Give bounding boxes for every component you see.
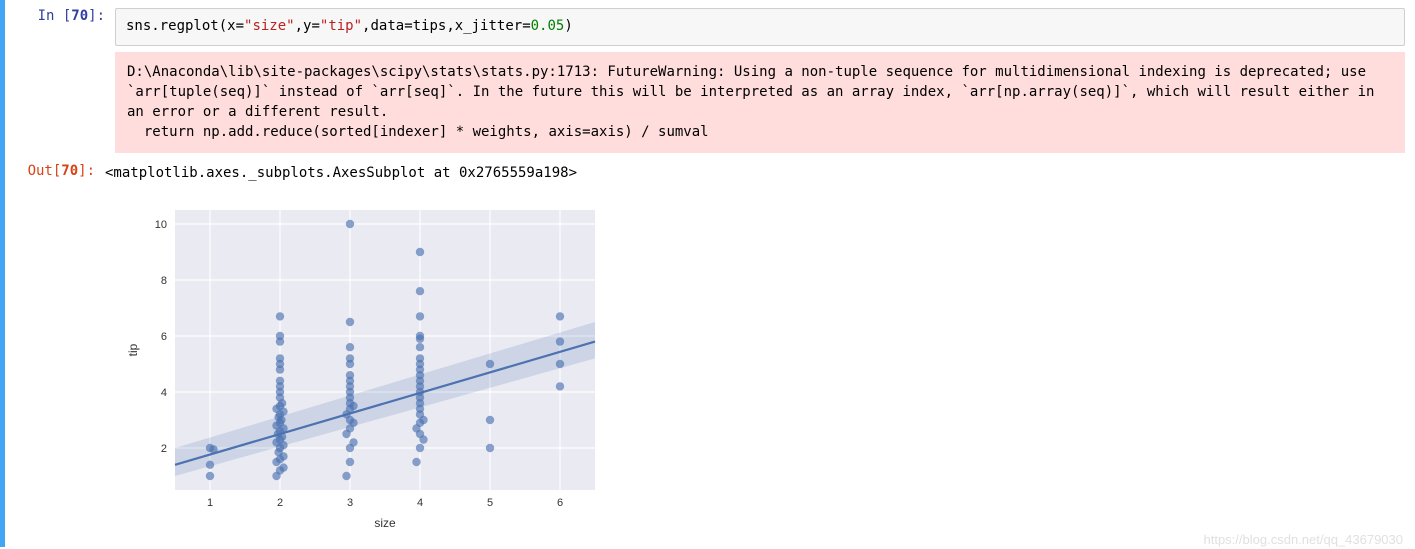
svg-text:2: 2 xyxy=(277,497,283,509)
svg-text:2: 2 xyxy=(161,443,167,455)
cell-content: sns.regplot(x="size",y="tip",data=tips,x… xyxy=(115,8,1405,535)
plot-output: 1 2 3 4 5 6 2 4 6 8 10 size tip xyxy=(115,195,1405,535)
svg-text:1: 1 xyxy=(207,497,213,509)
svg-text:5: 5 xyxy=(487,497,493,509)
stderr-output: D:\Anaconda\lib\site-packages\scipy\stat… xyxy=(115,52,1405,153)
output-row: Out[70]: <matplotlib.axes._subplots.Axes… xyxy=(115,163,1405,183)
svg-text:size: size xyxy=(374,516,396,530)
input-prompt: In [70]: xyxy=(15,8,115,535)
svg-text:tip: tip xyxy=(126,343,140,356)
svg-text:4: 4 xyxy=(417,497,423,509)
svg-text:4: 4 xyxy=(161,387,167,399)
chart-svg: 1 2 3 4 5 6 2 4 6 8 10 size tip xyxy=(115,195,615,535)
regplot: 1 2 3 4 5 6 2 4 6 8 10 size tip xyxy=(115,195,615,535)
output-prompt: Out[70]: xyxy=(5,163,105,183)
in-label: In [ xyxy=(38,8,72,24)
svg-text:6: 6 xyxy=(161,331,167,343)
repr-output: <matplotlib.axes._subplots.AxesSubplot a… xyxy=(105,163,577,183)
svg-text:10: 10 xyxy=(155,219,167,231)
svg-text:3: 3 xyxy=(347,497,353,509)
notebook-cell: In [70]: sns.regplot(x="size",y="tip",da… xyxy=(0,0,1415,547)
svg-text:6: 6 xyxy=(557,497,563,509)
svg-text:8: 8 xyxy=(161,275,167,287)
code-input[interactable]: sns.regplot(x="size",y="tip",data=tips,x… xyxy=(115,8,1405,46)
